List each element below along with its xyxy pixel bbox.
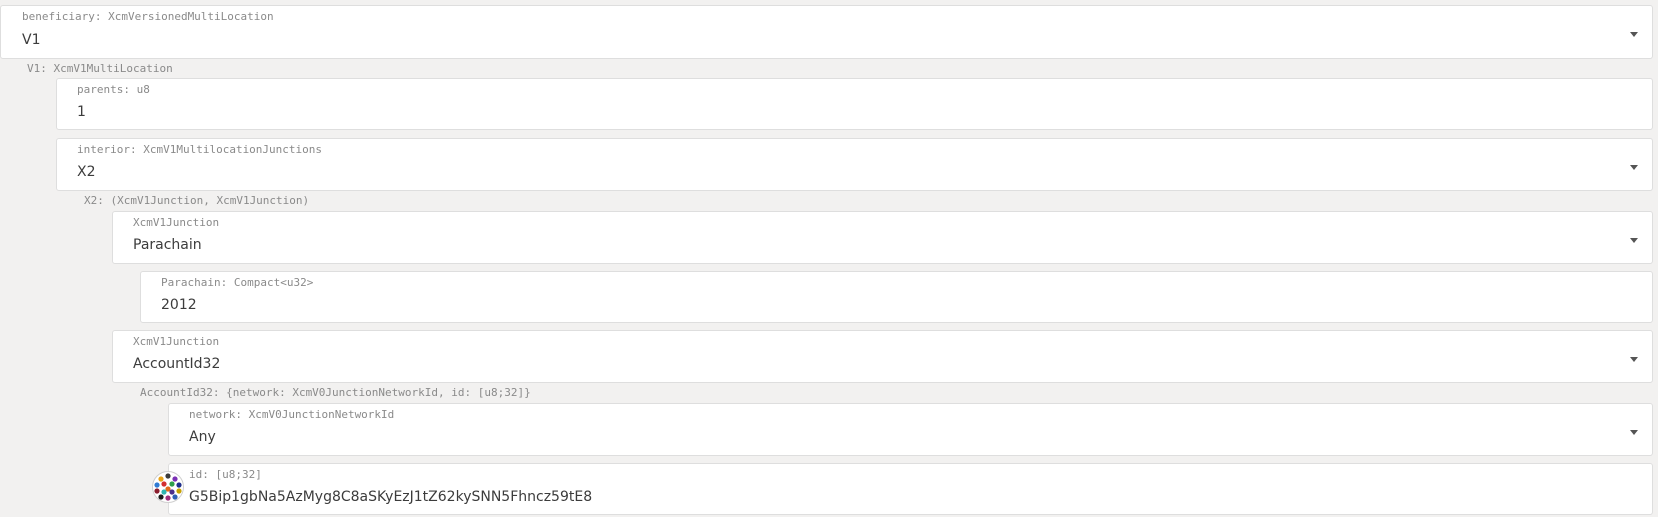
- network-value: Any: [189, 429, 216, 445]
- identicon-avatar[interactable]: [152, 471, 184, 503]
- accountid32-label: AccountId32: {network: XcmV0JunctionNetw…: [140, 386, 531, 399]
- chevron-down-icon[interactable]: [1630, 165, 1638, 170]
- interior-select[interactable]: interior: XcmV1MultilocationJunctions X2: [56, 138, 1653, 191]
- chevron-down-icon[interactable]: [1630, 430, 1638, 435]
- account-id-input[interactable]: id: [u8;32] G5Bip1gbNa5AzMyg8C8aSKyEzJ1t…: [168, 463, 1653, 515]
- parents-label: parents: u8: [77, 83, 150, 96]
- account-id-label: id: [u8;32]: [189, 468, 262, 481]
- chevron-down-icon[interactable]: [1630, 357, 1638, 362]
- parents-input[interactable]: parents: u8 1: [56, 78, 1653, 130]
- junction-1-value: Parachain: [133, 237, 202, 253]
- junction-2-select[interactable]: XcmV1Junction AccountId32: [112, 330, 1653, 383]
- junction-1-select[interactable]: XcmV1Junction Parachain: [112, 211, 1653, 264]
- chevron-down-icon[interactable]: [1630, 32, 1638, 37]
- parachain-label: Parachain: Compact<u32>: [161, 276, 314, 289]
- parachain-value: 2012: [161, 297, 197, 313]
- account-id-value: G5Bip1gbNa5AzMyg8C8aSKyEzJ1tZ62kySNN5Fhn…: [189, 489, 593, 505]
- x2-label: X2: (XcmV1Junction, XcmV1Junction): [84, 194, 310, 207]
- network-label: network: XcmV0JunctionNetworkId: [189, 408, 395, 421]
- beneficiary-label: beneficiary: XcmVersionedMultiLocation: [22, 10, 274, 23]
- junction-1-label: XcmV1Junction: [133, 216, 220, 229]
- parachain-input[interactable]: Parachain: Compact<u32> 2012: [140, 271, 1653, 323]
- beneficiary-select[interactable]: beneficiary: XcmVersionedMultiLocation V…: [0, 5, 1653, 59]
- interior-value: X2: [77, 164, 96, 180]
- junction-2-label: XcmV1Junction: [133, 335, 220, 348]
- beneficiary-value: V1: [22, 32, 41, 48]
- chevron-down-icon[interactable]: [1630, 238, 1638, 243]
- parents-value: 1: [77, 104, 86, 120]
- network-select[interactable]: network: XcmV0JunctionNetworkId Any: [168, 403, 1653, 456]
- interior-label: interior: XcmV1MultilocationJunctions: [77, 143, 323, 156]
- v1-label: V1: XcmV1MultiLocation: [27, 62, 173, 75]
- junction-2-value: AccountId32: [133, 356, 221, 372]
